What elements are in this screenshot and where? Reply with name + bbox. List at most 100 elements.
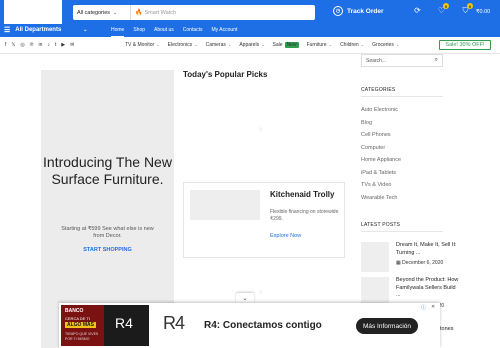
ad-info-icon[interactable]: ⓘ	[421, 304, 426, 311]
cat-sale[interactable]: Sale New	[273, 42, 299, 48]
cat-apparels[interactable]: Apparels ⌄	[239, 42, 264, 48]
chevron-down-icon: ⌄	[113, 9, 118, 16]
cat-cameras[interactable]: Cameras ⌄	[206, 42, 232, 48]
category-menu: TV & Monitor ⌄ Electronics ⌄ Cameras ⌄ A…	[125, 42, 399, 48]
loading-spinner-icon: ◌	[259, 127, 263, 133]
site-logo[interactable]	[4, 0, 62, 24]
post-date: ▦ December 6, 2020	[396, 260, 443, 266]
product-title: Kitchenaid Trolly	[270, 190, 335, 199]
cat-apparels-label: Apparels	[239, 42, 260, 48]
ad-banner[interactable]: BANCO CERCA DE TI ALGO MÁS TIEMPO QUE VI…	[59, 303, 440, 348]
cat-tv-monitor[interactable]: TV & Monitor ⌄	[125, 42, 160, 48]
cat-children[interactable]: Children ⌄	[340, 42, 364, 48]
ad-highlight-text: ALGO MÁS	[65, 322, 96, 328]
ad-line-text: CERCA DE TI	[65, 316, 91, 321]
track-order-label: Track Order	[347, 7, 384, 15]
nav-contacts[interactable]: Contacts	[183, 27, 203, 33]
category-item[interactable]: Blog	[361, 117, 401, 130]
cat-furniture[interactable]: Furniture ⌄	[307, 42, 332, 48]
nav-shop[interactable]: Shop	[133, 27, 145, 33]
latest-posts-heading: LATEST POSTS	[361, 222, 444, 232]
x-icon[interactable]: 𝕏	[11, 42, 15, 48]
section-title: Today's Popular Picks	[183, 70, 268, 79]
fire-icon: 🔥	[135, 10, 143, 16]
category-select[interactable]: All categories ⌄	[73, 5, 131, 20]
chevron-down-icon: ⌄	[242, 295, 248, 302]
chevron-down-icon: ⌄	[193, 42, 198, 47]
chevron-down-icon: ⌄	[155, 42, 160, 47]
product-image	[190, 190, 260, 220]
post-thumbnail[interactable]	[361, 242, 389, 272]
ad-logo[interactable]: R4	[163, 313, 185, 334]
category-item[interactable]: TVs & Video	[361, 179, 401, 192]
new-badge: New	[284, 42, 299, 48]
search-bar[interactable]: All categories ⌄ 🔥 Smart Watch	[73, 5, 315, 20]
ad-image[interactable]: BANCO CERCA DE TI ALGO MÁS TIEMPO QUE VI…	[61, 305, 149, 346]
tumblr-icon[interactable]: t	[55, 42, 56, 48]
compare-icon[interactable]: ⟳	[412, 5, 423, 16]
search-input[interactable]: 🔥 Smart Watch	[131, 9, 176, 17]
email-icon[interactable]: ✉	[70, 42, 74, 48]
ad-collapse-toggle[interactable]: ⌄	[236, 293, 254, 303]
nav-my-account[interactable]: My Account	[212, 27, 238, 33]
category-list: Auto Electronic Blog Cell Phones Compute…	[361, 104, 401, 204]
tiktok-icon[interactable]: ♪	[47, 42, 50, 48]
search-icon[interactable]: ⌕	[435, 57, 438, 64]
ad-more-info-button[interactable]: Más Información	[356, 318, 418, 334]
chevron-down-icon: ⌄	[327, 42, 333, 47]
cat-electronics-label: Electronics	[167, 42, 193, 48]
categories-heading: CATEGORIES	[361, 87, 445, 97]
cat-tv-monitor-label: TV & Monitor	[125, 42, 155, 48]
start-shopping-link[interactable]: START SHOPPING	[41, 247, 174, 253]
cat-groceries[interactable]: Groceries ⌄	[372, 42, 399, 48]
nav-about[interactable]: About us	[154, 27, 174, 33]
social-links: f 𝕏 ◎ ℗ in ♪ t ▶ ✉	[5, 42, 74, 48]
post-title[interactable]: Dream It, Make It, Sell It: Turning ...	[396, 242, 461, 257]
category-item[interactable]: Wearable Tech	[361, 192, 401, 205]
product-card[interactable]: Kitchenaid Trolly Flexible financing on …	[183, 182, 345, 258]
cat-sale-label: Sale	[272, 42, 283, 48]
facebook-icon[interactable]: f	[5, 42, 6, 48]
chevron-down-icon: ⌄	[359, 42, 365, 47]
wishlist-count-badge: 0	[443, 3, 449, 9]
linkedin-icon[interactable]: in	[38, 42, 42, 48]
chevron-down-icon: ⌄	[226, 42, 232, 47]
all-departments-label: All Departments	[15, 27, 62, 33]
sale-button[interactable]: Sale! 30% OFF!	[439, 40, 491, 50]
category-select-label: All categories	[77, 9, 111, 16]
chevron-down-icon: ⌄	[260, 42, 265, 47]
cat-children-label: Children	[340, 42, 359, 48]
top-header: All categories ⌄ 🔥 Smart Watch ◷ Track O…	[0, 0, 500, 37]
cat-electronics[interactable]: Electronics ⌄	[168, 42, 198, 48]
category-item[interactable]: Home Appliance	[361, 154, 401, 167]
loading-spinner-icon: ◌	[259, 290, 263, 296]
clock-icon: ◷	[333, 6, 343, 16]
cat-groceries-label: Groceries	[372, 42, 394, 48]
post-title[interactable]: Beyond the Product: How Familywala Selle…	[396, 277, 461, 300]
cat-cameras-label: Cameras	[205, 42, 226, 48]
cart-total[interactable]: ₹0.00	[476, 9, 490, 15]
nav-home[interactable]: Home	[111, 27, 125, 37]
all-departments-button[interactable]: ☰ All Departments ⌄	[4, 26, 88, 34]
ad-banner-logo: R4	[115, 315, 133, 331]
category-nav-bar: f 𝕏 ◎ ℗ in ♪ t ▶ ✉ TV & Monitor ⌄ Electr…	[0, 37, 500, 54]
post-item[interactable]: Dream It, Make It, Sell It: Turning ... …	[361, 242, 461, 272]
close-icon[interactable]: ✕	[431, 304, 435, 310]
category-item[interactable]: iPad & Tablets	[361, 167, 401, 180]
pinterest-icon[interactable]: ℗	[30, 42, 34, 48]
ad-bank-text: BANCO	[65, 308, 84, 314]
chevron-down-icon: ⌄	[394, 42, 400, 47]
explore-now-link[interactable]: Explore Now	[270, 233, 301, 239]
instagram-icon[interactable]: ◎	[20, 42, 24, 48]
chevron-down-icon: ⌄	[83, 27, 88, 33]
sidebar-search-placeholder: Search...	[366, 57, 387, 64]
ad-title[interactable]: R4: Conectamos contigo	[204, 320, 322, 331]
promo-subtitle: Starting at ₹599 See what else is new fr…	[61, 226, 154, 239]
sidebar-search-input[interactable]: Search... ⌕	[361, 54, 443, 67]
post-title[interactable]: lestones	[433, 326, 498, 334]
category-item[interactable]: Cell Phones	[361, 129, 401, 142]
youtube-icon[interactable]: ▶	[61, 42, 65, 48]
category-item[interactable]: Computer	[361, 142, 401, 155]
category-item[interactable]: Auto Electronic	[361, 104, 401, 117]
track-order-link[interactable]: ◷ Track Order	[333, 6, 384, 16]
